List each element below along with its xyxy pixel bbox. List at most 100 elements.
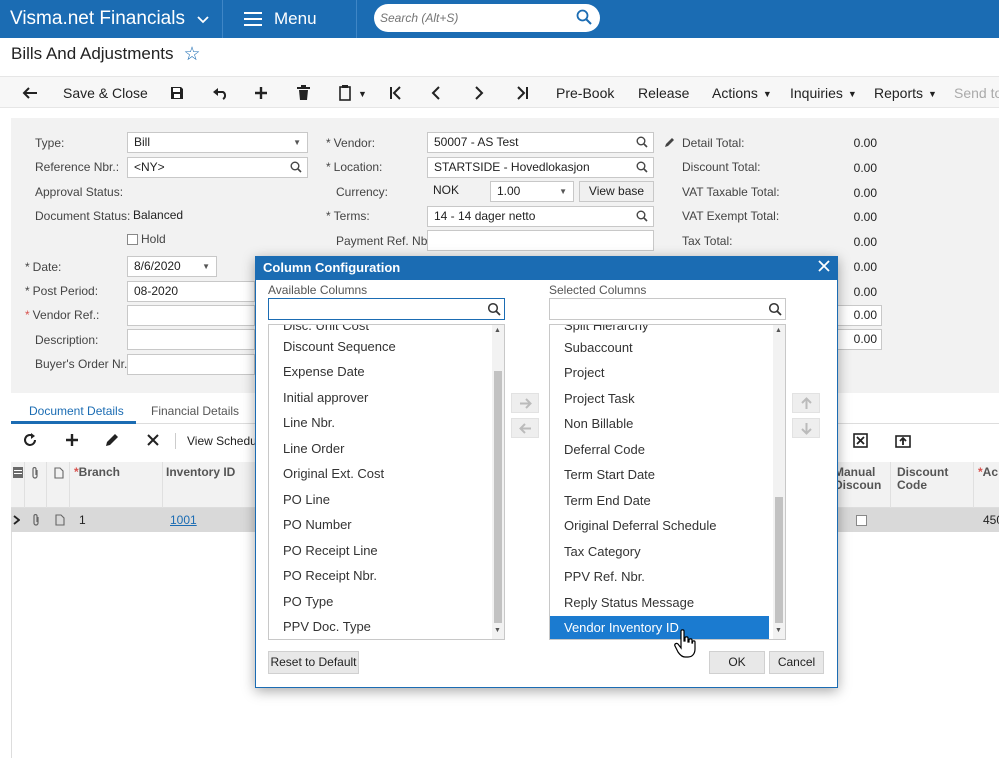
tab-financial-details[interactable]: Financial Details xyxy=(151,404,239,418)
list-item[interactable]: Project xyxy=(550,361,604,385)
undo-button[interactable] xyxy=(212,77,228,109)
vendor-input[interactable]: 50007 - AS Test xyxy=(427,132,654,153)
search-icon[interactable] xyxy=(487,302,501,316)
amount-input[interactable]: 0.00 xyxy=(835,305,882,326)
pre-book-button[interactable]: Pre-Book xyxy=(556,77,614,109)
selected-search-input[interactable] xyxy=(549,298,786,320)
search-icon[interactable] xyxy=(636,136,648,148)
edit-pencil-icon[interactable] xyxy=(663,137,675,149)
column-header-inventory-id[interactable]: Inventory ID xyxy=(166,466,235,479)
save-close-button[interactable]: Save & Close xyxy=(63,77,148,109)
actions-menu[interactable]: Actions ▼ xyxy=(712,77,772,109)
list-item[interactable]: PO Receipt Nbr. xyxy=(269,564,377,588)
delete-button[interactable] xyxy=(297,77,310,109)
selected-scrollbar[interactable]: ▲ ▼ xyxy=(773,325,785,639)
search-icon[interactable] xyxy=(576,9,592,25)
available-scrollbar[interactable]: ▲ ▼ xyxy=(492,325,504,639)
list-item[interactable]: Non Billable xyxy=(550,412,633,436)
upload-button[interactable] xyxy=(895,426,911,456)
view-base-button[interactable]: View base xyxy=(579,181,654,202)
scroll-up-icon[interactable]: ▲ xyxy=(494,327,501,334)
cancel-button[interactable]: Cancel xyxy=(769,651,824,674)
save-button[interactable] xyxy=(170,77,184,109)
move-down-button[interactable] xyxy=(792,418,820,438)
list-item[interactable]: Deferral Code xyxy=(550,438,645,462)
list-item[interactable]: PPV Doc. Type xyxy=(269,615,371,639)
type-select[interactable]: Bill ▼ xyxy=(127,132,308,153)
amount-input[interactable]: 0.00 xyxy=(835,329,882,350)
global-search[interactable] xyxy=(374,4,600,32)
list-item[interactable]: Term Start Date xyxy=(550,463,655,487)
copy-paste-button[interactable]: ▼ xyxy=(339,77,367,109)
edit-row-button[interactable] xyxy=(105,426,119,456)
ok-button[interactable]: OK xyxy=(709,651,765,674)
search-icon[interactable] xyxy=(768,302,782,316)
reports-menu[interactable]: Reports ▼ xyxy=(874,77,937,109)
search-icon[interactable] xyxy=(636,161,648,173)
close-icon[interactable] xyxy=(817,259,831,273)
list-item[interactable]: Term End Date xyxy=(550,489,651,513)
list-item[interactable]: Original Ext. Cost xyxy=(269,462,384,486)
list-item[interactable]: Tax Category xyxy=(550,540,641,564)
delete-row-button[interactable] xyxy=(147,426,159,456)
move-up-button[interactable] xyxy=(792,393,820,413)
column-header-branch[interactable]: *Branch xyxy=(74,466,120,479)
rate-select[interactable]: 1.00 ▼ xyxy=(490,181,574,202)
scroll-down-icon[interactable]: ▼ xyxy=(775,627,782,634)
column-header-manual-discount[interactable]: Manual Discoun xyxy=(834,466,881,492)
move-left-button[interactable] xyxy=(511,418,539,438)
reset-to-default-button[interactable]: Reset to Default xyxy=(268,651,359,674)
buyers-order-input[interactable] xyxy=(127,354,255,375)
column-header-discount-code[interactable]: Discount Code xyxy=(897,466,948,492)
list-item-selected[interactable]: Vendor Inventory ID xyxy=(550,616,769,639)
next-record-button[interactable] xyxy=(474,77,484,109)
list-item[interactable]: PO Number xyxy=(269,513,352,537)
list-item[interactable]: Discount Sequence xyxy=(269,335,396,359)
add-button[interactable] xyxy=(254,77,268,109)
column-header-account[interactable]: *Ac xyxy=(978,466,998,479)
description-input[interactable] xyxy=(127,329,255,350)
search-icon[interactable] xyxy=(290,161,302,173)
refresh-button[interactable] xyxy=(23,426,37,456)
search-icon[interactable] xyxy=(636,210,648,222)
date-input[interactable]: 8/6/2020 ▼ xyxy=(127,256,217,277)
favorite-star-icon[interactable]: ☆ xyxy=(184,43,201,66)
previous-record-button[interactable] xyxy=(431,77,441,109)
list-item[interactable]: PO Type xyxy=(269,590,333,614)
scroll-down-icon[interactable]: ▼ xyxy=(494,627,501,634)
scroll-thumb[interactable] xyxy=(775,497,783,623)
scroll-up-icon[interactable]: ▲ xyxy=(775,327,782,334)
menu-button[interactable]: Menu xyxy=(244,0,317,38)
post-period-input[interactable]: 08-2020 xyxy=(127,281,255,302)
back-button[interactable] xyxy=(22,77,38,109)
scroll-thumb[interactable] xyxy=(494,371,502,623)
payment-ref-input[interactable] xyxy=(427,230,654,251)
list-item[interactable]: Line Order xyxy=(269,437,344,461)
list-item[interactable]: Subaccount xyxy=(550,336,633,360)
send-to-button[interactable]: Send to xyxy=(954,77,999,109)
column-config-icon[interactable] xyxy=(13,467,23,478)
list-item[interactable]: PPV Ref. Nbr. xyxy=(550,565,645,589)
list-item[interactable]: Line Nbr. xyxy=(269,411,335,435)
list-item[interactable]: Reply Status Message xyxy=(550,591,694,615)
move-right-button[interactable] xyxy=(511,393,539,413)
branch-cell[interactable]: 1 xyxy=(79,513,86,527)
inquiries-menu[interactable]: Inquiries ▼ xyxy=(790,77,857,109)
list-item[interactable]: PO Line xyxy=(269,488,330,512)
location-input[interactable]: STARTSIDE - Hovedlokasjon xyxy=(427,157,654,178)
list-item[interactable]: Project Task xyxy=(550,387,635,411)
add-row-button[interactable] xyxy=(65,426,79,456)
available-search-input[interactable] xyxy=(268,298,505,320)
account-cell[interactable]: 450 xyxy=(983,513,999,527)
hold-checkbox[interactable] xyxy=(127,234,138,245)
list-item[interactable]: PO Receipt Line xyxy=(269,539,378,563)
first-record-button[interactable] xyxy=(389,77,403,109)
list-item[interactable]: Expense Date xyxy=(269,360,365,384)
list-item[interactable]: Initial approver xyxy=(269,386,368,410)
note-icon[interactable] xyxy=(55,514,65,526)
reference-input[interactable]: <NY> xyxy=(127,157,308,178)
release-button[interactable]: Release xyxy=(638,77,689,109)
terms-input[interactable]: 14 - 14 dager netto xyxy=(427,206,654,227)
tab-document-details[interactable]: Document Details xyxy=(29,404,124,418)
attachment-icon[interactable] xyxy=(32,514,40,526)
